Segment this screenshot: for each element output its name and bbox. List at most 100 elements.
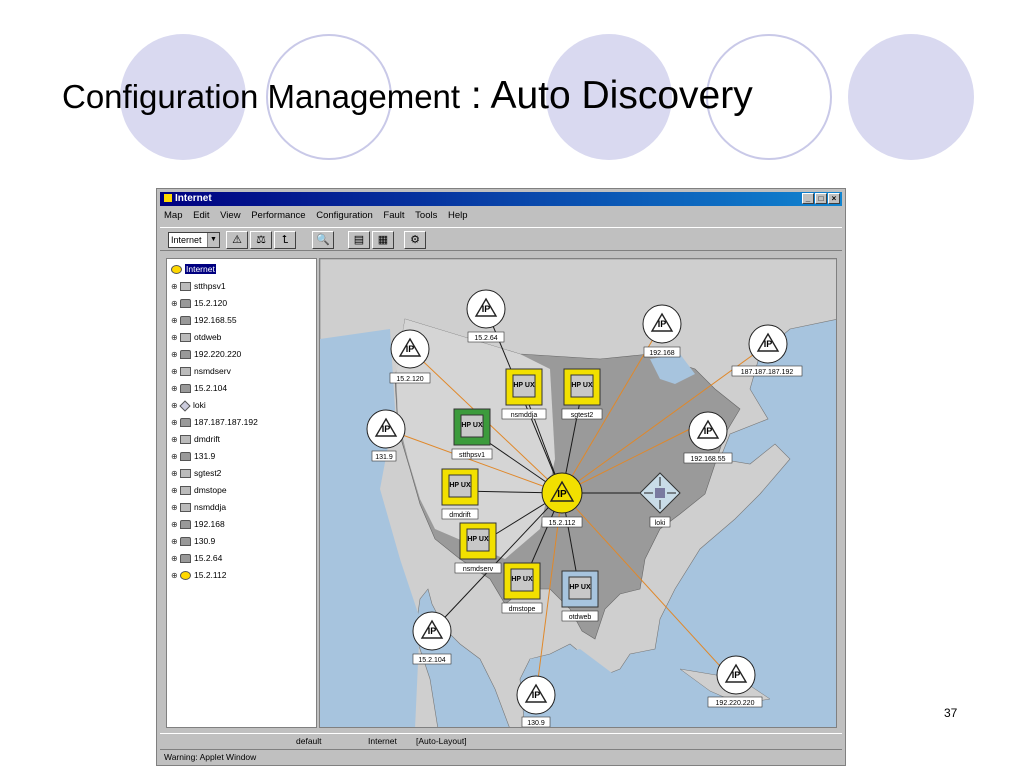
host-node-nsmddja[interactable]: HP UX nsmddja bbox=[501, 368, 547, 420]
map-selector[interactable]: Internet ▼ bbox=[168, 232, 220, 248]
tree-item[interactable]: ⊕ 15.2.104 bbox=[171, 381, 227, 395]
host-badge: HP UX bbox=[461, 422, 483, 429]
ip-node-15-2-64[interactable]: IP 15.2.64 bbox=[466, 289, 506, 343]
menu-edit[interactable]: Edit bbox=[193, 210, 209, 221]
network-icon bbox=[180, 537, 191, 547]
tree-item[interactable]: ⊕ 131.9 bbox=[171, 449, 215, 463]
hub-icon bbox=[180, 571, 191, 581]
menu-bar: Map Edit View Performance Configuration … bbox=[160, 208, 842, 224]
expand-icon[interactable]: ⊕ bbox=[171, 280, 180, 294]
tree-item[interactable]: ⊕ 15.2.120 bbox=[171, 296, 227, 310]
node-label: dmstope bbox=[509, 606, 536, 613]
grid-view-button[interactable]: ▦ bbox=[372, 231, 394, 249]
hub-node-15-2-112[interactable]: IP 15.2.112 bbox=[541, 472, 583, 528]
status-bar: default Internet [Auto-Layout] bbox=[160, 733, 842, 747]
node-label: 192.168 bbox=[649, 350, 674, 357]
ip-glyph: IP bbox=[557, 489, 567, 500]
tree-item[interactable]: ⊕ 192.220.220 bbox=[171, 347, 241, 361]
network-map-canvas[interactable]: IP 15.2.64 IP 192.168 IP 187.187.187.192… bbox=[319, 258, 837, 728]
window-titlebar[interactable]: Internet _ □ × bbox=[160, 192, 842, 206]
tree-item-label: otdweb bbox=[194, 332, 222, 342]
ip-node-192-168[interactable]: IP 192.168 bbox=[642, 304, 682, 358]
tree-root[interactable]: Internet bbox=[171, 262, 216, 276]
expand-icon[interactable]: ⊕ bbox=[171, 416, 180, 430]
host-node-otdweb[interactable]: HP UX otdweb bbox=[561, 570, 599, 622]
network-icon bbox=[180, 316, 191, 326]
expand-icon[interactable]: ⊕ bbox=[171, 331, 180, 345]
host-badge: HP UX bbox=[569, 584, 591, 591]
expand-icon[interactable]: ⊕ bbox=[171, 484, 180, 498]
host-node-dmdrift[interactable]: HP UX dmdrift bbox=[441, 468, 479, 520]
tree-item[interactable]: ⊕ nsmddja bbox=[171, 500, 226, 514]
expand-icon[interactable]: ⊕ bbox=[171, 314, 180, 328]
menu-view[interactable]: View bbox=[220, 210, 240, 221]
chevron-down-icon: ▼ bbox=[207, 233, 219, 247]
tree-item[interactable]: ⊕ nsmdserv bbox=[171, 364, 231, 378]
tree-item[interactable]: ⊕ stthpsv1 bbox=[171, 279, 226, 293]
expand-icon[interactable]: ⊕ bbox=[171, 552, 180, 566]
minimize-button[interactable]: _ bbox=[802, 193, 814, 204]
expand-icon[interactable]: ⊕ bbox=[171, 501, 180, 515]
node-label: 187.187.187.192 bbox=[741, 369, 794, 376]
menu-tools[interactable]: Tools bbox=[415, 210, 437, 221]
expand-icon[interactable]: ⊕ bbox=[171, 569, 180, 583]
node-label: 15.2.104 bbox=[418, 657, 445, 664]
map-home-button[interactable]: ⚠ bbox=[226, 231, 248, 249]
menu-help[interactable]: Help bbox=[448, 210, 468, 221]
tree-item-label: nsmdserv bbox=[194, 366, 231, 376]
ip-node-15-2-120[interactable]: IP 15.2.120 bbox=[389, 329, 431, 384]
tree-item[interactable]: ⊕ dmdrift bbox=[171, 432, 220, 446]
tree-item[interactable]: ⊕ 15.2.112 bbox=[171, 568, 226, 582]
node-label: 15.2.120 bbox=[396, 376, 423, 383]
menu-map[interactable]: Map bbox=[164, 210, 182, 221]
slide-title-part2: : Auto Discovery bbox=[460, 74, 753, 117]
alarm-browser-button[interactable]: ⚙ bbox=[404, 231, 426, 249]
network-icon bbox=[180, 520, 191, 530]
tree-item[interactable]: ⊕ 192.168 bbox=[171, 517, 225, 531]
host-node-sgtest2[interactable]: HP UX sgtest2 bbox=[561, 368, 603, 420]
tree-item[interactable]: ⊕ 187.187.187.192 bbox=[171, 415, 258, 429]
search-button[interactable]: 🔍 bbox=[312, 231, 334, 249]
ip-node-130-9[interactable]: IP 130.9 bbox=[516, 675, 556, 727]
expand-icon[interactable]: ⊕ bbox=[171, 365, 180, 379]
network-up-button[interactable]: ⚖ bbox=[250, 231, 272, 249]
expand-icon[interactable]: ⊕ bbox=[171, 535, 180, 549]
expand-icon[interactable]: ⊕ bbox=[171, 467, 180, 481]
tree-item[interactable]: ⊕ 130.9 bbox=[171, 534, 215, 548]
ip-glyph: IP bbox=[704, 426, 713, 436]
open-window-button[interactable]: ▤ bbox=[348, 231, 370, 249]
parent-map-button[interactable]: ⮤ bbox=[274, 231, 296, 249]
expand-icon[interactable]: ⊕ bbox=[171, 433, 180, 447]
tree-item-label: 15.2.112 bbox=[194, 570, 227, 580]
expand-icon[interactable]: ⊕ bbox=[171, 297, 180, 311]
tree-item-label: 15.2.104 bbox=[194, 383, 228, 393]
maximize-button[interactable]: □ bbox=[815, 193, 827, 204]
window-title: Internet bbox=[175, 193, 212, 204]
tree-item[interactable]: ⊕ sgtest2 bbox=[171, 466, 221, 480]
tree-item-label: 192.168.55 bbox=[194, 315, 237, 325]
host-node-dmstope[interactable]: HP UX dmstope bbox=[501, 562, 543, 614]
host-node-stthpsv1[interactable]: HP UX stthpsv1 bbox=[451, 408, 493, 460]
menu-performance[interactable]: Performance bbox=[251, 210, 305, 221]
page-number: 37 bbox=[944, 706, 958, 720]
tree-item[interactable]: ⊕ dmstope bbox=[171, 483, 227, 497]
tree-item[interactable]: ⊕ otdweb bbox=[171, 330, 221, 344]
ip-node-15-2-104[interactable]: IP 15.2.104 bbox=[412, 611, 452, 665]
applet-warning: Warning: Applet Window bbox=[164, 752, 257, 762]
tree-item[interactable]: ⊕ 192.168.55 bbox=[171, 313, 237, 327]
expand-icon[interactable]: ⊕ bbox=[171, 382, 180, 396]
expand-icon[interactable]: ⊕ bbox=[171, 518, 180, 532]
node-label: nsmddja bbox=[511, 412, 538, 419]
menu-fault[interactable]: Fault bbox=[383, 210, 404, 221]
host-icon bbox=[180, 282, 191, 292]
close-button[interactable]: × bbox=[828, 193, 840, 204]
tree-item-label: 192.220.220 bbox=[194, 349, 242, 359]
host-node-nsmdserv[interactable]: HP UX nsmdserv bbox=[454, 522, 502, 574]
tree-item[interactable]: ⊕ 15.2.64 bbox=[171, 551, 222, 565]
expand-icon[interactable]: ⊕ bbox=[171, 348, 180, 362]
toolbar: Internet ▼ ⚠ ⚖ ⮤ 🔍 ▤ ▦ ⚙ bbox=[160, 227, 842, 251]
menu-configuration[interactable]: Configuration bbox=[316, 210, 373, 221]
expand-icon[interactable]: ⊕ bbox=[171, 450, 180, 464]
network-icon bbox=[180, 554, 191, 564]
tree-item[interactable]: ⊕ loki bbox=[171, 398, 206, 412]
